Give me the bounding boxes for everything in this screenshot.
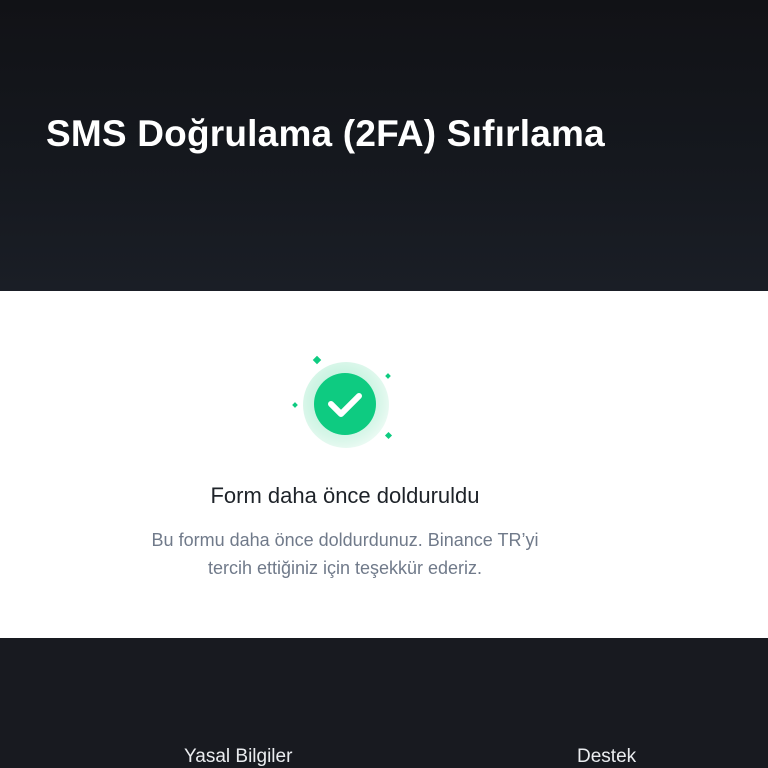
page-header: SMS Doğrulama (2FA) Sıfırlama bbox=[0, 0, 768, 291]
page: SMS Doğrulama (2FA) Sıfırlama Form daha … bbox=[0, 0, 768, 768]
page-footer: Yasal Bilgiler Destek bbox=[0, 638, 768, 768]
success-circle bbox=[314, 373, 376, 435]
status-title: Form daha önce dolduruldu bbox=[210, 483, 480, 508]
sparkle-icon bbox=[385, 373, 391, 379]
check-circle-icon bbox=[292, 355, 393, 448]
sparkle-icon bbox=[312, 355, 322, 365]
status-panel: Form daha önce dolduruldu Bu formu daha … bbox=[0, 291, 768, 638]
page-title: SMS Doğrulama (2FA) Sıfırlama bbox=[46, 113, 605, 154]
sparkle-icon bbox=[292, 402, 298, 408]
status-description: Bu formu daha önce doldurdunuz. Binance … bbox=[151, 530, 539, 578]
sparkle-icon bbox=[384, 431, 393, 440]
footer-link-legal[interactable]: Yasal Bilgiler bbox=[184, 746, 292, 768]
footer-link-support[interactable]: Destek bbox=[577, 746, 636, 768]
